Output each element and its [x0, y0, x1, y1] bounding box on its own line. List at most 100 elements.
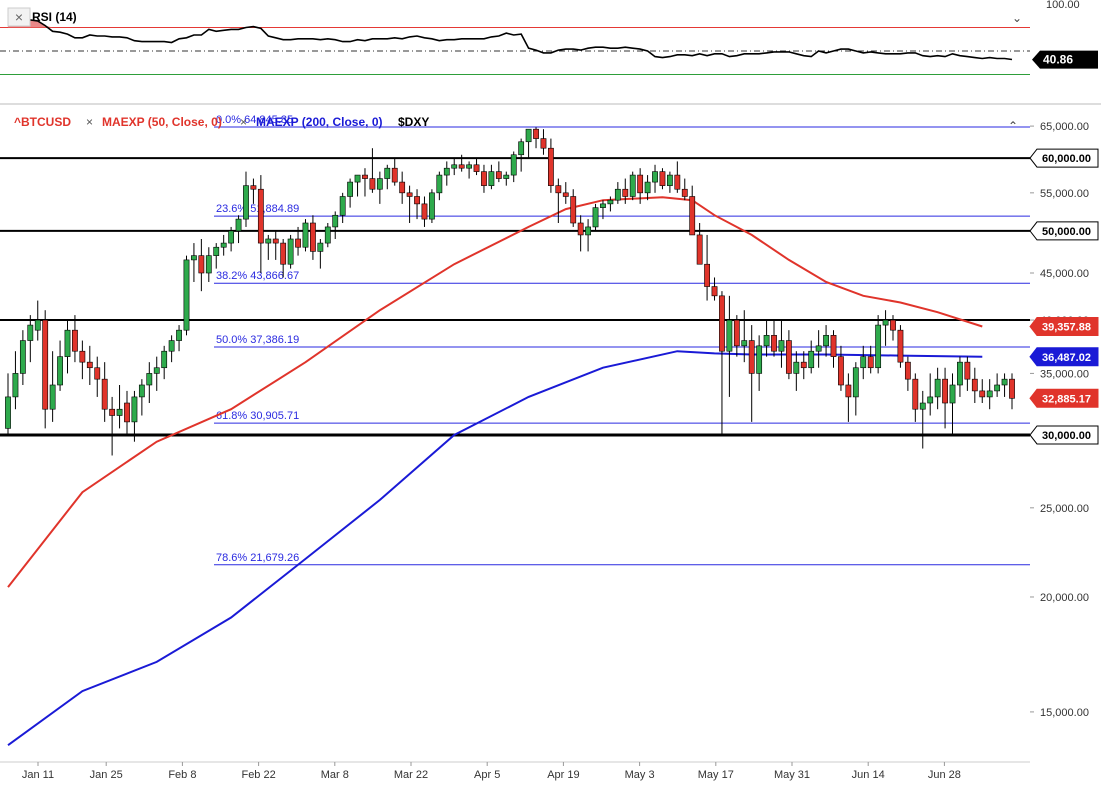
price-tick-label: 25,000.00 — [1040, 503, 1089, 515]
ma200-line — [7, 350, 983, 747]
candle — [481, 164, 487, 193]
candle-body — [964, 361, 971, 380]
rsi-collapse-icon[interactable]: ⌄ — [1012, 11, 1022, 25]
candle-body — [391, 167, 398, 183]
candle-body — [138, 384, 145, 398]
candle — [332, 211, 339, 239]
candle — [860, 345, 867, 380]
candle — [347, 178, 354, 208]
candle — [823, 325, 829, 357]
candle-body — [495, 171, 502, 179]
ma50-line — [7, 196, 983, 588]
candle-body — [689, 196, 696, 236]
candle-body — [540, 138, 547, 149]
date-tick-label: Jan 25 — [90, 769, 123, 781]
legend-remove-icon[interactable]: × — [240, 115, 247, 129]
date-tick-label: Mar 22 — [394, 769, 428, 781]
candle-body — [295, 238, 301, 248]
candle — [235, 215, 242, 244]
legend-symbol[interactable]: ^BTCUSD — [14, 115, 71, 129]
candle — [473, 158, 480, 176]
candle — [518, 138, 525, 172]
candle-body — [399, 181, 406, 194]
candle — [934, 367, 941, 410]
candle — [756, 335, 763, 391]
candle-body — [42, 319, 49, 410]
candle — [376, 171, 383, 204]
candle — [324, 223, 331, 248]
candle-body — [131, 396, 138, 423]
candle-body — [5, 396, 11, 429]
legend-remove-icon[interactable]: × — [86, 115, 93, 129]
candle — [265, 234, 272, 260]
candle-body — [94, 367, 101, 380]
candle-body — [481, 171, 487, 186]
candle — [391, 158, 398, 186]
candle-body — [228, 230, 235, 244]
candle — [681, 178, 688, 201]
candle — [1009, 373, 1015, 410]
candle — [451, 158, 458, 176]
candle — [354, 174, 361, 197]
candle-body — [696, 234, 703, 265]
candle-body — [592, 207, 599, 228]
price-tag-black: 30,000.00 — [1029, 425, 1099, 445]
candle — [719, 291, 725, 435]
candle-body — [72, 329, 78, 352]
candle-body — [243, 185, 249, 220]
candle-body — [101, 378, 108, 410]
legend-ma50[interactable]: MAEXP (50, Close, 0) — [102, 115, 222, 129]
candle — [577, 215, 584, 252]
candle-body — [176, 329, 182, 341]
candle-body — [577, 222, 584, 236]
candle-body — [629, 174, 636, 197]
candle-body — [622, 188, 629, 197]
candle-body — [994, 384, 1001, 392]
candle-body — [324, 226, 331, 244]
candle-body — [406, 192, 413, 197]
candle-body — [600, 203, 606, 208]
price-tick-label: 35,000.00 — [1040, 368, 1089, 380]
rsi-line — [7, 14, 1013, 61]
price-tick-label: 65,000.00 — [1040, 121, 1089, 133]
candle — [964, 356, 971, 391]
candle — [191, 243, 197, 282]
price-panel-collapse-icon[interactable]: ⌃ — [1008, 119, 1018, 133]
candle — [838, 345, 844, 391]
candle — [696, 223, 703, 265]
price-tick-label: 45,000.00 — [1040, 268, 1089, 280]
candle — [49, 351, 56, 422]
candle — [852, 362, 859, 416]
candle-body — [808, 350, 815, 369]
candle-body — [637, 174, 644, 194]
candle-body — [756, 345, 763, 374]
candle-body — [875, 324, 882, 369]
candle — [406, 185, 413, 224]
candle-body — [451, 164, 458, 169]
candle-body — [733, 319, 740, 347]
price-tick-label: 20,000.00 — [1040, 592, 1089, 604]
legend-compare[interactable]: $DXY — [398, 115, 429, 129]
chart-legend: ^BTCUSD × MAEXP (50, Close, 0) × MAEXP (… — [14, 115, 1018, 133]
candle-body — [109, 408, 116, 416]
fib-label: 61.8% 30,905.71 — [216, 410, 299, 422]
candle — [272, 230, 279, 260]
candle-body — [711, 286, 718, 297]
candle-body — [674, 174, 681, 190]
price-panel: 0.0% 64,845.8523.6% 51,884.8938.2% 43,86… — [0, 114, 1099, 781]
date-tick-label: Mar 8 — [321, 769, 349, 781]
candle — [220, 234, 227, 256]
candle — [101, 362, 108, 422]
legend-ma200[interactable]: MAEXP (200, Close, 0) — [256, 115, 383, 129]
candle — [414, 189, 420, 220]
candle-body — [823, 335, 829, 347]
candle-body — [778, 340, 785, 352]
candle-body — [488, 171, 495, 186]
candle — [19, 330, 26, 385]
price-tag-label: 39,357.88 — [1042, 322, 1091, 334]
candle-body — [957, 361, 963, 386]
candle — [793, 351, 800, 391]
candle-body — [726, 319, 733, 352]
candle — [897, 325, 904, 368]
candle — [153, 356, 160, 391]
